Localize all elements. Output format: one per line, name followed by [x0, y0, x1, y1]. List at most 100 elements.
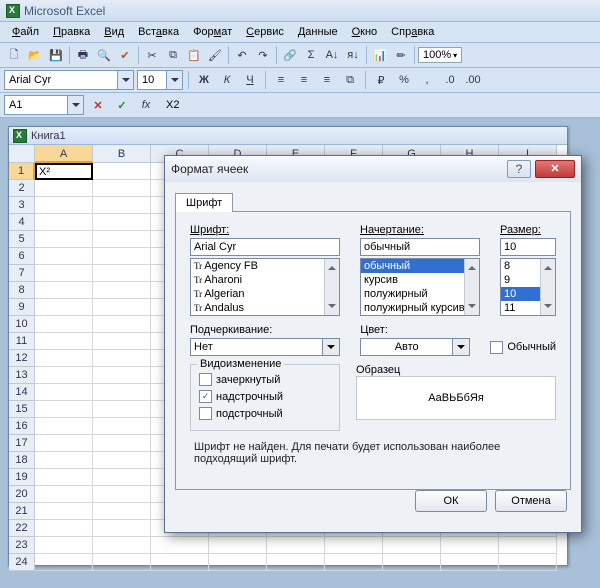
menu-file[interactable]: Файл — [6, 24, 45, 40]
row-header[interactable]: 22 — [9, 520, 35, 537]
menu-window[interactable]: Окно — [346, 24, 384, 40]
font-name-input[interactable]: Arial Cyr — [190, 238, 340, 256]
font-name-list[interactable]: TrAgency FBTrAharoniTrAlgerianTrAndalus — [190, 258, 340, 316]
cell[interactable] — [35, 452, 93, 469]
row-header[interactable]: 4 — [9, 214, 35, 231]
cell[interactable] — [35, 435, 93, 452]
cell[interactable] — [93, 418, 151, 435]
cell[interactable] — [35, 214, 93, 231]
preview-icon[interactable]: 🔍 — [94, 45, 114, 65]
cell[interactable] — [35, 418, 93, 435]
font-style-list[interactable]: обычныйкурсивполужирныйполужирный курсив — [360, 258, 480, 316]
cancel-entry-icon[interactable]: ✕ — [88, 95, 108, 115]
list-item[interactable]: TrAlgerian — [191, 287, 339, 301]
underline-combo[interactable]: Нет — [190, 338, 340, 356]
row-header[interactable]: 13 — [9, 367, 35, 384]
select-all-corner[interactable] — [9, 145, 35, 163]
font-style-input[interactable]: обычный — [360, 238, 480, 256]
zoom-combo[interactable]: 100%▾ — [418, 47, 462, 63]
row-header[interactable]: 2 — [9, 180, 35, 197]
font-size-combo[interactable]: 10 — [137, 70, 183, 90]
cell[interactable] — [93, 265, 151, 282]
drawing-icon[interactable]: ✏ — [391, 45, 411, 65]
cell[interactable] — [209, 537, 267, 554]
dialog-titlebar[interactable]: Формат ячеек ? ✕ — [165, 156, 581, 182]
new-icon[interactable]: 🗋 — [4, 45, 24, 65]
cut-icon[interactable]: ✂ — [142, 45, 162, 65]
cell[interactable] — [93, 401, 151, 418]
chart-icon[interactable]: 📊 — [370, 45, 390, 65]
row-header[interactable]: 7 — [9, 265, 35, 282]
align-left-icon[interactable]: ≡ — [271, 70, 291, 90]
sum-icon[interactable]: Σ — [301, 45, 321, 65]
cell[interactable] — [35, 197, 93, 214]
tab-font[interactable]: Шрифт — [175, 193, 233, 212]
row-header[interactable]: 23 — [9, 537, 35, 554]
list-item[interactable]: TrAharoni — [191, 273, 339, 287]
menu-tools[interactable]: Сервис — [240, 24, 290, 40]
cell[interactable] — [325, 537, 383, 554]
cell[interactable] — [93, 350, 151, 367]
enter-entry-icon[interactable]: ✓ — [112, 95, 132, 115]
cell[interactable] — [35, 299, 93, 316]
col-header[interactable]: A — [35, 145, 93, 163]
cell[interactable]: X² — [35, 163, 93, 180]
inc-dec-icon[interactable]: .0 — [440, 70, 460, 90]
menu-edit[interactable]: Правка — [47, 24, 96, 40]
name-box[interactable]: A1 — [4, 95, 84, 115]
copy-icon[interactable]: ⧉ — [163, 45, 183, 65]
dialog-close-button[interactable]: ✕ — [535, 160, 575, 178]
cell[interactable] — [35, 333, 93, 350]
col-header[interactable]: B — [93, 145, 151, 163]
cell[interactable] — [267, 537, 325, 554]
cell[interactable] — [93, 316, 151, 333]
list-item[interactable]: TrAgency FB — [191, 259, 339, 273]
italic-button[interactable]: К — [217, 70, 237, 90]
open-icon[interactable]: 📂 — [25, 45, 45, 65]
cell[interactable] — [93, 299, 151, 316]
cell[interactable] — [93, 537, 151, 554]
row-header[interactable]: 19 — [9, 469, 35, 486]
cell[interactable] — [93, 214, 151, 231]
row-header[interactable]: 1 — [9, 163, 35, 180]
cell[interactable] — [93, 282, 151, 299]
cell[interactable] — [93, 486, 151, 503]
row-header[interactable]: 5 — [9, 231, 35, 248]
menu-help[interactable]: Справка — [385, 24, 440, 40]
print-icon[interactable]: 🖶 — [73, 45, 93, 65]
formula-value[interactable]: X2 — [160, 99, 179, 111]
row-header[interactable]: 12 — [9, 350, 35, 367]
workbook-titlebar[interactable]: Книга1 — [9, 127, 567, 145]
row-header[interactable]: 10 — [9, 316, 35, 333]
row-header[interactable]: 14 — [9, 384, 35, 401]
cell[interactable] — [93, 180, 151, 197]
super-checkbox[interactable]: ✓ — [199, 390, 212, 403]
save-icon[interactable]: 💾 — [46, 45, 66, 65]
list-item[interactable]: полужирный курсив — [361, 301, 479, 315]
font-size-list[interactable]: 891011 — [500, 258, 556, 316]
cell[interactable] — [35, 469, 93, 486]
list-item[interactable]: полужирный — [361, 287, 479, 301]
percent-icon[interactable]: % — [394, 70, 414, 90]
row-header[interactable]: 17 — [9, 435, 35, 452]
currency-icon[interactable]: ₽ — [371, 70, 391, 90]
undo-icon[interactable]: ↶ — [232, 45, 252, 65]
align-right-icon[interactable]: ≡ — [317, 70, 337, 90]
dialog-help-button[interactable]: ? — [507, 160, 531, 178]
row-header[interactable]: 3 — [9, 197, 35, 214]
cell[interactable] — [93, 384, 151, 401]
cell[interactable] — [93, 333, 151, 350]
cancel-button[interactable]: Отмена — [495, 490, 567, 512]
cell[interactable] — [441, 537, 499, 554]
menu-view[interactable]: Вид — [98, 24, 130, 40]
ok-button[interactable]: ОК — [415, 490, 487, 512]
cell[interactable] — [93, 435, 151, 452]
list-item[interactable]: TrAndalus — [191, 301, 339, 315]
cell[interactable] — [35, 180, 93, 197]
cell[interactable] — [93, 231, 151, 248]
row-header[interactable]: 11 — [9, 333, 35, 350]
menu-data[interactable]: Данные — [292, 24, 344, 40]
cell[interactable] — [35, 401, 93, 418]
cell[interactable] — [93, 197, 151, 214]
cell[interactable] — [35, 367, 93, 384]
